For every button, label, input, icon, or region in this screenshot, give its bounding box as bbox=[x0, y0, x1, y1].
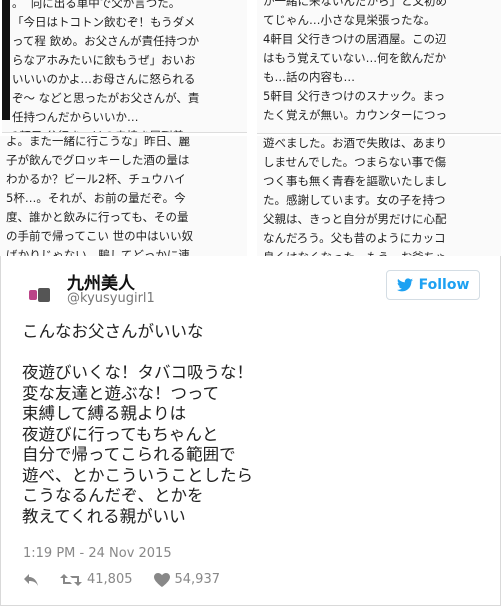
diary-panel-2: よ。また一緒に行こうな」昨日、麗 子が飲んでグロッキーした酒の量は わかるか？ビ… bbox=[0, 136, 247, 256]
reply-button[interactable] bbox=[23, 573, 39, 587]
retweet-icon bbox=[60, 573, 82, 586]
diary-text-2: よ。また一緒に行こうな」昨日、麗 子が飲んでグロッキーした酒の量は わかるか？ビ… bbox=[6, 136, 194, 256]
follow-label: Follow bbox=[418, 277, 470, 293]
tweet-card: 九州美人 @kyusyugirl1 Follow こんなお父さんがいいな 夜遊び… bbox=[0, 256, 501, 606]
diary-text-4: 遊べました。お酒で失敗は、あまり しませんでした。つまらない事で傷 つく事も無く… bbox=[263, 136, 447, 256]
collage-divider bbox=[247, 0, 257, 256]
retweet-button[interactable]: 41,805 bbox=[60, 572, 133, 587]
retweet-count: 41,805 bbox=[87, 572, 133, 587]
like-button[interactable]: 54,937 bbox=[153, 572, 221, 587]
tweet-timestamp[interactable]: 1:19 PM - 24 Nov 2015 bbox=[23, 546, 172, 561]
reply-icon bbox=[24, 573, 38, 586]
tweet-actions: 41,805 54,937 bbox=[23, 572, 241, 587]
diary-text-3: か一緒に来ないんだから」と父初め てじゃん…小さな見栄張ったな。 4軒目 父行き… bbox=[263, 0, 447, 122]
diary-panel-4: 遊べました。お酒で失敗は、あまり しませんでした。つまらない事で傷 つく事も無く… bbox=[257, 136, 501, 256]
avatar-shape bbox=[29, 290, 37, 300]
diary-panel-3: か一緒に来ないんだから」と父初め てじゃん…小さな見栄張ったな。 4軒目 父行き… bbox=[257, 0, 501, 134]
black-bar bbox=[2, 0, 10, 120]
follow-button[interactable]: Follow bbox=[386, 270, 480, 300]
like-count: 54,937 bbox=[174, 572, 221, 587]
avatar-shape bbox=[38, 288, 50, 302]
avatar[interactable] bbox=[27, 282, 53, 308]
user-handle[interactable]: @kyusyugirl1 bbox=[67, 291, 155, 306]
diary-text-1: 。 向に出る車中で父か言つた。 「今日はトコトン飲むぞ！もうダメ って程 飲め。… bbox=[12, 0, 200, 132]
twitter-bird-icon bbox=[396, 278, 413, 292]
tweet-text: こんなお父さんがいいな 夜遊びいくな！タバコ吸うな！ 変な友達と遊ぶな！つって … bbox=[22, 322, 253, 526]
screenshot-collage: 。 向に出る車中で父か言つた。 「今日はトコトン飲むぞ！もうダメ って程 飲め。… bbox=[0, 0, 501, 256]
diary-panel-1: 。 向に出る車中で父か言つた。 「今日はトコトン飲むぞ！もうダメ って程 飲め。… bbox=[2, 0, 247, 133]
heart-icon bbox=[153, 572, 170, 587]
